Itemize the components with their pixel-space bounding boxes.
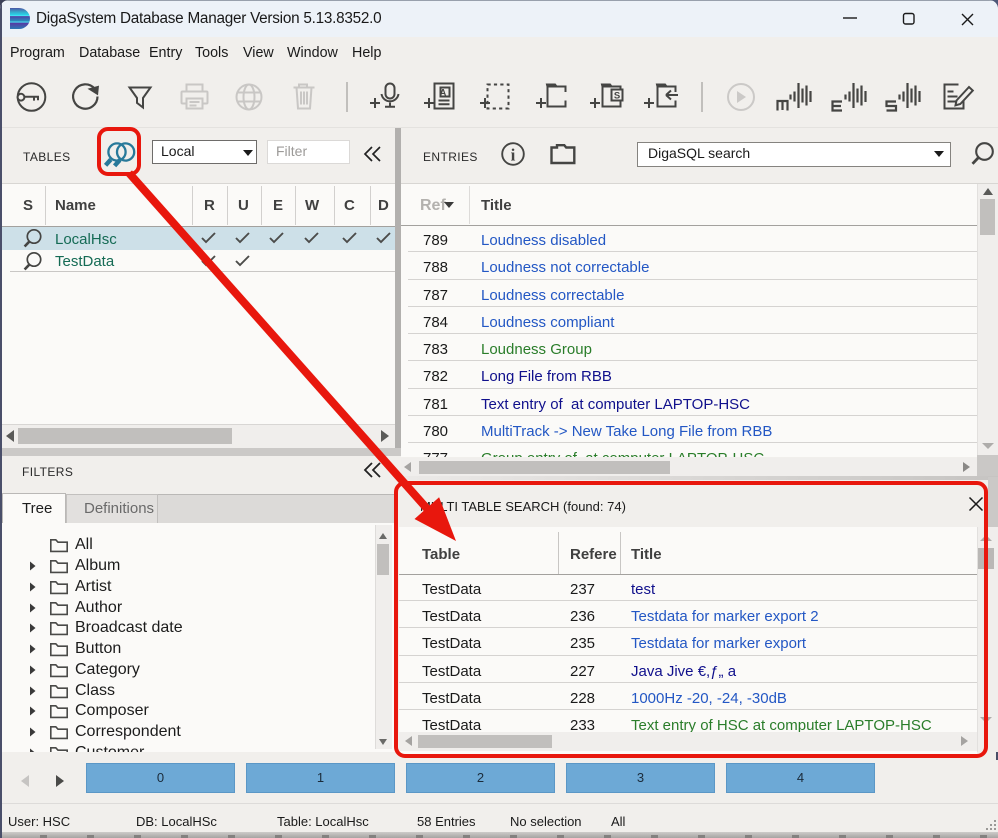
- svg-text:A: A: [440, 87, 447, 97]
- svg-text:i: i: [511, 146, 516, 165]
- svg-text:S: S: [614, 91, 620, 102]
